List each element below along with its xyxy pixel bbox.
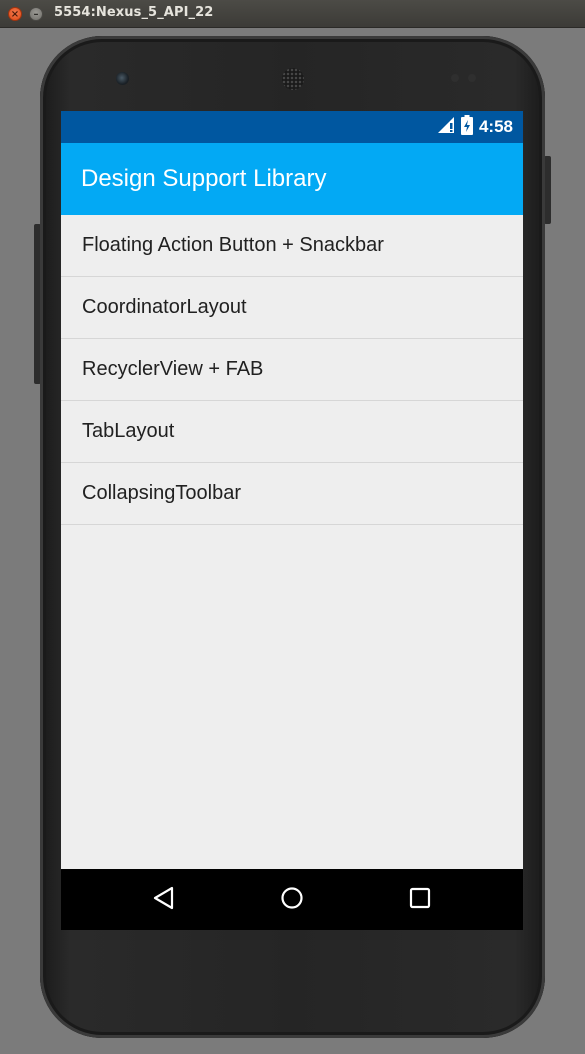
back-icon: [153, 886, 175, 914]
recents-button[interactable]: [403, 883, 437, 917]
app-toolbar: Design Support Library: [61, 143, 523, 215]
front-camera: [116, 72, 129, 85]
home-button[interactable]: [275, 883, 309, 917]
recents-icon: [409, 887, 431, 913]
power-button: [544, 156, 551, 224]
list-item-recyclerview-fab[interactable]: RecyclerView + FAB: [61, 339, 523, 401]
home-icon: [280, 886, 304, 914]
navigation-bar: [61, 869, 523, 930]
status-bar: 4:58: [61, 111, 523, 143]
status-time: 4:58: [478, 117, 513, 136]
device-screen: 4:58 Design Support Library Floating Act…: [61, 111, 523, 930]
window-minimize-button[interactable]: –: [29, 7, 43, 21]
demo-list: Floating Action Button + Snackbar Coordi…: [61, 215, 523, 525]
earpiece-speaker: [282, 68, 304, 90]
list-item-tab-layout[interactable]: TabLayout: [61, 401, 523, 463]
back-button[interactable]: [147, 883, 181, 917]
emulator-title-bar: × – 5554:Nexus_5_API_22: [0, 0, 585, 28]
list-item-floating-action-button[interactable]: Floating Action Button + Snackbar: [61, 215, 523, 277]
window-close-button[interactable]: ×: [8, 7, 22, 21]
proximity-sensor: [451, 74, 459, 82]
light-sensor: [468, 74, 476, 82]
signal-icon: [437, 116, 455, 138]
window-title: 5554:Nexus_5_API_22: [54, 5, 214, 20]
list-item-coordinator-layout[interactable]: CoordinatorLayout: [61, 277, 523, 339]
battery-icon: [460, 115, 473, 139]
toolbar-title: Design Support Library: [81, 165, 327, 192]
list-item-collapsing-toolbar[interactable]: CollapsingToolbar: [61, 463, 523, 525]
